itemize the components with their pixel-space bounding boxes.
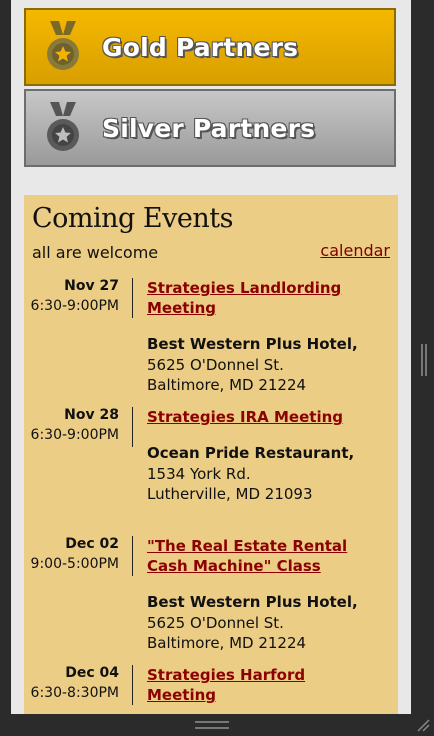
horizontal-resize-handle[interactable]	[195, 721, 229, 729]
calendar-link[interactable]: calendar	[320, 241, 390, 260]
event-title-link[interactable]: Strategies Landlording Meeting	[147, 278, 377, 318]
event-address-street: 5625 O'Donnel St.	[147, 614, 284, 632]
event-address-street: 1534 York Rd.	[147, 465, 251, 483]
event-address-street: 5625 O'Donnel St.	[147, 356, 284, 374]
event-time: 6:30-9:00PM	[30, 298, 119, 314]
coming-events-panel: Coming Events all are welcome calendar N…	[24, 195, 398, 714]
event-venue: Ocean Pride Restaurant,	[147, 444, 355, 462]
event-date: Nov 28	[64, 407, 119, 423]
event-address-city: Baltimore, MD 21224	[147, 376, 307, 394]
event-date: Dec 04	[65, 665, 119, 681]
event-venue: Best Western Plus Hotel,	[147, 593, 358, 611]
event-time: 6:30-8:30PM	[30, 685, 119, 701]
event-time: 6:30-9:00PM	[30, 427, 119, 443]
event-divider	[132, 665, 133, 705]
page-content: Gold Partners Silver Partners Coming Eve…	[11, 0, 411, 714]
event-time: 9:00-5:00PM	[30, 556, 119, 572]
gold-partners-label: Gold Partners	[102, 32, 299, 62]
event-divider	[132, 407, 133, 447]
silver-partners-label: Silver Partners	[102, 113, 316, 143]
events-subtitle: all are welcome	[32, 243, 159, 262]
event-venue: Best Western Plus Hotel,	[147, 335, 358, 353]
events-title: Coming Events	[32, 203, 233, 234]
event-divider	[132, 536, 133, 576]
silver-medal-icon	[47, 102, 79, 151]
silver-partners-button[interactable]: Silver Partners	[24, 89, 396, 167]
event-date: Nov 27	[64, 278, 119, 294]
event-title-link[interactable]: "The Real Estate Rental Cash Machine" Cl…	[147, 536, 377, 576]
event-title-link[interactable]: Strategies Harford Meeting	[147, 665, 377, 705]
gold-partners-button[interactable]: Gold Partners	[24, 8, 396, 86]
event-divider	[132, 278, 133, 318]
resize-grip-icon[interactable]	[416, 718, 430, 732]
event-address-city: Lutherville, MD 21093	[147, 485, 313, 503]
event-title-link[interactable]: Strategies IRA Meeting	[147, 407, 377, 427]
event-address-city: Baltimore, MD 21224	[147, 634, 307, 652]
vertical-resize-handle[interactable]	[421, 344, 427, 376]
gold-medal-icon	[47, 21, 79, 70]
event-date: Dec 02	[65, 536, 119, 552]
